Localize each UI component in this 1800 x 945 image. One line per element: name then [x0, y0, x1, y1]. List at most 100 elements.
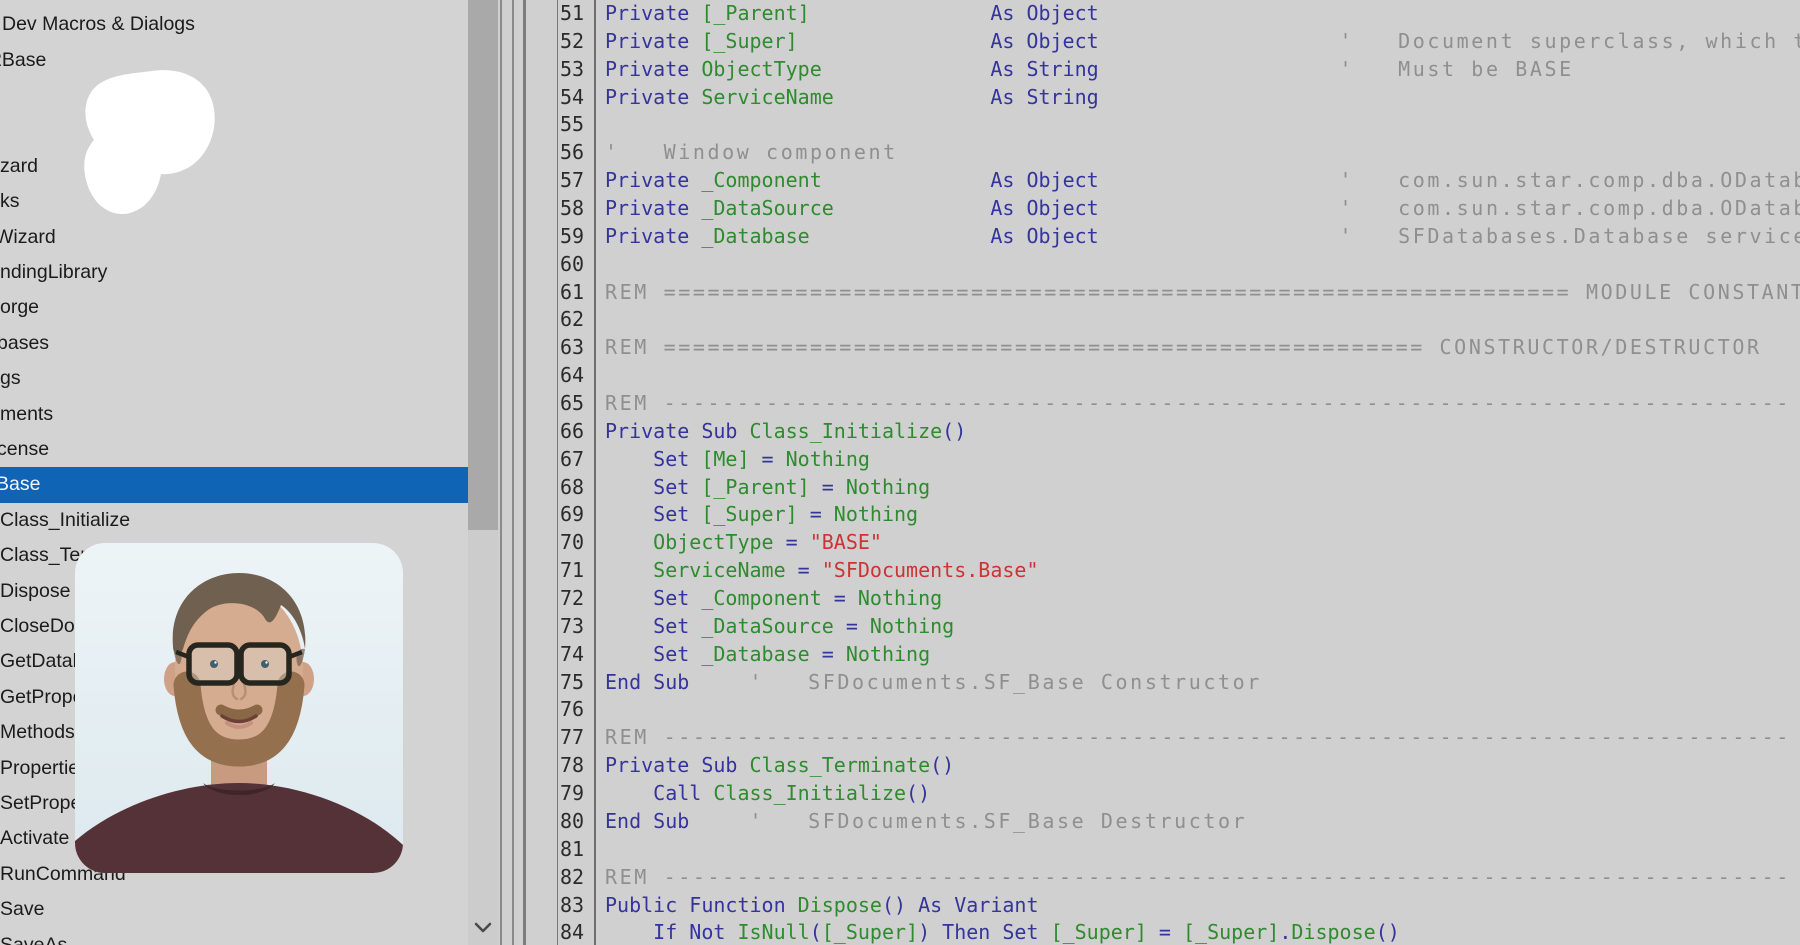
- code-editor[interactable]: 5152535455565758596061626364656667686970…: [526, 0, 1800, 945]
- tree-item-label: ndingLibrary: [0, 261, 107, 284]
- line-number-75: 75: [558, 669, 594, 697]
- code-line-56[interactable]: ' Window component: [599, 139, 1800, 167]
- line-number-70: 70: [558, 529, 594, 557]
- tree-item-cense[interactable]: cense: [0, 432, 468, 467]
- line-number-71: 71: [558, 557, 594, 585]
- code-line-51[interactable]: Private [_Parent] As Object: [599, 0, 1800, 28]
- line-number-80: 80: [558, 808, 594, 836]
- code-line-62[interactable]: [599, 306, 1800, 334]
- code-line-78[interactable]: Private Sub Class_Terminate(): [599, 752, 1800, 780]
- line-number-63: 63: [558, 334, 594, 362]
- panel-splitter[interactable]: [500, 0, 502, 945]
- code-line-69[interactable]: Set [_Super] = Nothing: [599, 501, 1800, 529]
- code-line-83[interactable]: Public Function Dispose() As Variant: [599, 892, 1800, 920]
- tree-item-save[interactable]: Save: [0, 892, 468, 927]
- code-text-area[interactable]: Private [_Parent] As ObjectPrivate [_Sup…: [599, 0, 1800, 945]
- line-number-57: 57: [558, 167, 594, 195]
- code-line-57[interactable]: Private _Component As Object ' com.sun.s…: [599, 167, 1800, 195]
- tree-item-wizard[interactable]: Wizard: [0, 219, 468, 254]
- tree-item-label: 2Base: [0, 49, 46, 72]
- tree-item-row[interactable]: [0, 78, 468, 113]
- line-number-72: 72: [558, 585, 594, 613]
- code-line-64[interactable]: [599, 362, 1800, 390]
- line-number-74: 74: [558, 641, 594, 669]
- tree-item-saveas[interactable]: SaveAs: [0, 927, 468, 945]
- tree-item-2base[interactable]: 2Base: [0, 42, 468, 77]
- code-line-55[interactable]: [599, 111, 1800, 139]
- line-number-84: 84: [558, 919, 594, 945]
- tree-item-label: ments: [0, 403, 53, 426]
- code-line-73[interactable]: Set _DataSource = Nothing: [599, 613, 1800, 641]
- tree-item-label: cense: [0, 438, 49, 461]
- tree-item-label: Wizard: [0, 226, 56, 249]
- code-line-58[interactable]: Private _DataSource As Object ' com.sun.…: [599, 195, 1800, 223]
- line-number-58: 58: [558, 195, 594, 223]
- window-border-line: [512, 0, 514, 945]
- line-number-78: 78: [558, 752, 594, 780]
- tree-item-label: zard: [0, 155, 38, 178]
- line-number-55: 55: [558, 111, 594, 139]
- line-number-73: 73: [558, 613, 594, 641]
- code-line-74[interactable]: Set _Database = Nothing: [599, 641, 1800, 669]
- line-number-60: 60: [558, 251, 594, 279]
- line-number-65: 65: [558, 390, 594, 418]
- tree-item-label: Base: [0, 473, 40, 496]
- tree-item-dev-macros-dialogs[interactable]: Dev Macros & Dialogs: [0, 7, 468, 42]
- chevron-down-icon: [473, 922, 493, 934]
- tree-scrollbar-thumb[interactable]: [468, 0, 498, 530]
- code-line-53[interactable]: Private ObjectType As String ' Must be B…: [599, 56, 1800, 84]
- tree-item-class-initialize[interactable]: Class_Initialize: [0, 503, 468, 538]
- code-line-76[interactable]: [599, 696, 1800, 724]
- code-line-77[interactable]: REM ------------------------------------…: [599, 724, 1800, 752]
- line-number-61: 61: [558, 279, 594, 307]
- line-number-82: 82: [558, 864, 594, 892]
- tree-item-zard[interactable]: zard: [0, 149, 468, 184]
- tree-item-label: Methods: [0, 721, 75, 744]
- portrait-photo: [75, 543, 403, 873]
- code-line-63[interactable]: REM ====================================…: [599, 334, 1800, 362]
- line-number-gutter[interactable]: 5152535455565758596061626364656667686970…: [557, 0, 596, 945]
- line-number-56: 56: [558, 139, 594, 167]
- tree-item-orge[interactable]: orge: [0, 290, 468, 325]
- code-line-52[interactable]: Private [_Super] As Object ' Document su…: [599, 28, 1800, 56]
- code-line-65[interactable]: REM ------------------------------------…: [599, 390, 1800, 418]
- code-line-82[interactable]: REM ------------------------------------…: [599, 864, 1800, 892]
- tree-item-label: SaveAs: [0, 934, 67, 945]
- tree-item-ndinglibrary[interactable]: ndingLibrary: [0, 255, 468, 290]
- code-line-68[interactable]: Set [_Parent] = Nothing: [599, 474, 1800, 502]
- code-line-71[interactable]: ServiceName = "SFDocuments.Base": [599, 557, 1800, 585]
- tree-item-ks[interactable]: ks: [0, 184, 468, 219]
- tree-item-label: orge: [0, 296, 39, 319]
- code-line-61[interactable]: REM ====================================…: [599, 279, 1800, 307]
- tree-scrollbar[interactable]: [468, 0, 498, 945]
- code-line-84[interactable]: If Not IsNull([_Super]) Then Set [_Super…: [599, 919, 1800, 945]
- tree-item-ments[interactable]: ments: [0, 396, 468, 431]
- tree-scrollbar-down-button[interactable]: [468, 911, 498, 945]
- tree-item-bases[interactable]: bases: [0, 326, 468, 361]
- line-number-64: 64: [558, 362, 594, 390]
- line-number-52: 52: [558, 28, 594, 56]
- code-line-59[interactable]: Private _Database As Object ' SFDatabase…: [599, 223, 1800, 251]
- line-number-67: 67: [558, 446, 594, 474]
- code-line-75[interactable]: End Sub ' SFDocuments.SF_Base Constructo…: [599, 669, 1800, 697]
- code-line-60[interactable]: [599, 251, 1800, 279]
- line-number-59: 59: [558, 223, 594, 251]
- code-line-66[interactable]: Private Sub Class_Initialize(): [599, 418, 1800, 446]
- tree-item-gs[interactable]: gs: [0, 361, 468, 396]
- code-line-54[interactable]: Private ServiceName As String: [599, 84, 1800, 112]
- tree-item-label: Dispose: [0, 580, 70, 603]
- code-line-70[interactable]: ObjectType = "BASE": [599, 529, 1800, 557]
- tree-item-label: gs: [0, 367, 21, 390]
- line-number-66: 66: [558, 418, 594, 446]
- code-line-79[interactable]: Call Class_Initialize(): [599, 780, 1800, 808]
- code-line-81[interactable]: [599, 836, 1800, 864]
- tree-item-label: Class_Initialize: [0, 509, 130, 532]
- tree-item-label: bases: [0, 332, 49, 355]
- line-number-62: 62: [558, 306, 594, 334]
- tree-item-row[interactable]: [0, 113, 468, 148]
- code-line-72[interactable]: Set _Component = Nothing: [599, 585, 1800, 613]
- code-line-80[interactable]: End Sub ' SFDocuments.SF_Base Destructor: [599, 808, 1800, 836]
- tree-item-base[interactable]: Base: [0, 467, 468, 502]
- tree-item-label: Activate: [0, 827, 69, 850]
- code-line-67[interactable]: Set [Me] = Nothing: [599, 446, 1800, 474]
